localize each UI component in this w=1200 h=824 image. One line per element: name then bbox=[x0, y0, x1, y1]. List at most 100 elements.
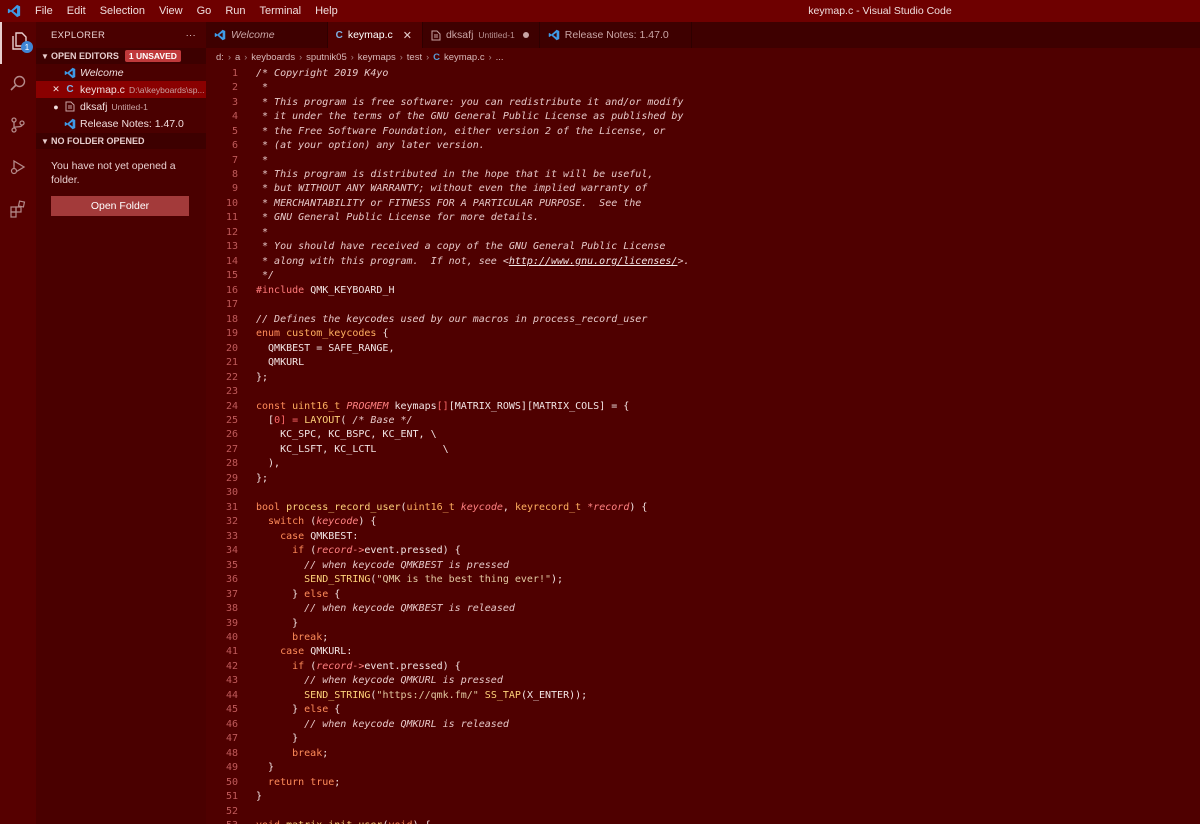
code-line: 47 } bbox=[206, 732, 1200, 746]
extensions-activity[interactable] bbox=[0, 190, 36, 232]
open-editor-label: dksafj bbox=[80, 100, 108, 113]
breadcrumb-item[interactable]: ... bbox=[496, 52, 504, 63]
code-line: 38 // when keycode QMKBEST is released bbox=[206, 601, 1200, 615]
code-line: 6 * (at your option) any later version. bbox=[206, 138, 1200, 152]
code-token: ), bbox=[256, 458, 281, 470]
breadcrumb-item[interactable]: sputnik05 bbox=[306, 52, 347, 63]
code-line: 32 switch (keycode) { bbox=[206, 515, 1200, 529]
menu-view[interactable]: View bbox=[152, 0, 190, 22]
menu-edit[interactable]: Edit bbox=[60, 0, 93, 22]
close-icon[interactable]: ✕ bbox=[403, 29, 412, 42]
menu-help[interactable]: Help bbox=[308, 0, 345, 22]
search-activity[interactable] bbox=[0, 64, 36, 106]
more-actions-icon[interactable]: ··· bbox=[186, 30, 196, 41]
line-number: 29 bbox=[225, 472, 238, 484]
unsaved-dot-icon[interactable] bbox=[522, 32, 529, 38]
license-link[interactable]: http://www.gnu.org/licenses/ bbox=[509, 256, 678, 267]
code-token: // when keycode QMKURL is pressed bbox=[256, 675, 503, 687]
code-token: keymaps bbox=[388, 400, 437, 412]
open-editors-header[interactable]: ▼ OPEN EDITORS 1 UNSAVED bbox=[36, 48, 206, 64]
code-token: // when keycode QMKURL is released bbox=[256, 718, 509, 730]
line-number: 9 bbox=[231, 183, 238, 195]
code-token: LAYOUT bbox=[304, 414, 341, 426]
code-token: uint16_t bbox=[286, 400, 341, 412]
code-editor[interactable]: 1 /* Copyright 2019 K4yo 2 * 3 * This pro… bbox=[206, 66, 1200, 824]
tab-keymap[interactable]: C keymap.c ✕ bbox=[327, 22, 423, 48]
line-number: 1 bbox=[231, 67, 238, 79]
tab-label: keymap.c bbox=[347, 29, 393, 41]
breadcrumb-item[interactable]: d: bbox=[216, 52, 224, 63]
code-line: 51} bbox=[206, 789, 1200, 803]
line-number: 19 bbox=[225, 328, 238, 340]
menu-go[interactable]: Go bbox=[190, 0, 219, 22]
breadcrumb-item[interactable]: keyboards bbox=[251, 52, 295, 63]
code-line: 34 if (record->event.pressed) { bbox=[206, 543, 1200, 557]
chevron-right-icon: › bbox=[227, 52, 231, 62]
open-folder-button[interactable]: Open Folder bbox=[51, 196, 189, 216]
code-token: * but WITHOUT ANY WARRANTY; without even… bbox=[256, 183, 648, 195]
tab-welcome[interactable]: Welcome bbox=[206, 22, 328, 48]
close-icon[interactable]: ✕ bbox=[50, 84, 62, 95]
run-debug-activity[interactable] bbox=[0, 148, 36, 190]
code-line: 24 const uint16_t PROGMEM keymaps[][MATRI… bbox=[206, 399, 1200, 413]
code-token: [ bbox=[256, 414, 275, 426]
code-line: 50 return true; bbox=[206, 775, 1200, 789]
breadcrumb-item[interactable]: keymap.c bbox=[444, 52, 485, 63]
code-token: * (at your option) any later version. bbox=[256, 140, 485, 152]
code-line: 28 ), bbox=[206, 457, 1200, 471]
open-editor-welcome[interactable]: Welcome bbox=[36, 64, 206, 81]
line-number: 52 bbox=[225, 805, 238, 817]
source-control-activity[interactable] bbox=[0, 106, 36, 148]
code-token: record-> bbox=[316, 545, 365, 557]
code-token: // Defines the keycodes used by our macr… bbox=[256, 313, 648, 325]
code-line: 40 break; bbox=[206, 630, 1200, 644]
explorer-header: EXPLORER ··· bbox=[36, 22, 206, 48]
line-number: 12 bbox=[225, 226, 238, 238]
open-editor-release-notes[interactable]: Release Notes: 1.47.0 bbox=[36, 115, 206, 132]
menu-terminal[interactable]: Terminal bbox=[253, 0, 309, 22]
code-token: const bbox=[256, 400, 287, 412]
breadcrumb: d: › a › keyboards › sputnik05 › keymaps › te… bbox=[206, 48, 1200, 66]
line-number: 24 bbox=[225, 400, 238, 412]
code-token: if bbox=[256, 660, 305, 672]
menu-run[interactable]: Run bbox=[218, 0, 252, 22]
breadcrumb-item[interactable]: test bbox=[407, 52, 422, 63]
line-number: 38 bbox=[225, 603, 238, 615]
code-token: case bbox=[256, 530, 305, 542]
code-token: * it under the terms of the GNU General … bbox=[256, 111, 684, 123]
breadcrumb-item[interactable]: keymaps bbox=[358, 52, 396, 63]
code-token: * This program is distributed in the hop… bbox=[256, 169, 654, 181]
line-number: 28 bbox=[225, 458, 238, 470]
line-number: 42 bbox=[225, 660, 238, 672]
code-token: /* Base */ bbox=[352, 414, 413, 426]
code-token: void bbox=[256, 820, 280, 824]
tab-release-notes[interactable]: Release Notes: 1.47.0 bbox=[540, 22, 692, 48]
code-token: ) { bbox=[413, 820, 431, 824]
unsaved-badge: 1 UNSAVED bbox=[124, 50, 181, 62]
open-editor-dksafj[interactable]: ● dksafj Untitled-1 bbox=[36, 98, 206, 115]
explorer-activity[interactable]: 1 bbox=[0, 22, 36, 64]
code-line: 25 [0] = LAYOUT( /* Base */ bbox=[206, 413, 1200, 427]
code-line: 11 * GNU General Public License for more… bbox=[206, 211, 1200, 225]
open-editor-keymap[interactable]: ✕ C keymap.c D:\a\keyboards\sp... bbox=[36, 81, 206, 98]
unsaved-count-badge: 1 bbox=[21, 41, 33, 53]
code-line: 4 * it under the terms of the GNU Genera… bbox=[206, 109, 1200, 123]
code-token: * This program is free software: you can… bbox=[256, 96, 684, 108]
line-number: 18 bbox=[225, 313, 238, 325]
breadcrumb-item[interactable]: a bbox=[235, 52, 240, 63]
no-folder-header[interactable]: ▼ NO FOLDER OPENED bbox=[36, 133, 206, 149]
code-token: }; bbox=[256, 371, 269, 383]
tab-label: dksafj bbox=[445, 29, 474, 41]
text-file-icon bbox=[431, 30, 441, 41]
menu-file[interactable]: File bbox=[28, 0, 60, 22]
code-token: void bbox=[388, 820, 412, 824]
tab-dksafj[interactable]: dksafj Untitled-1 bbox=[423, 22, 540, 48]
code-token: ) { bbox=[358, 516, 377, 528]
code-line: 7 * bbox=[206, 153, 1200, 167]
line-number: 8 bbox=[231, 169, 238, 181]
code-token: event.pressed) { bbox=[364, 545, 461, 557]
menu-selection[interactable]: Selection bbox=[93, 0, 152, 22]
code-line: 35 // when keycode QMKBEST is pressed bbox=[206, 558, 1200, 572]
line-number: 31 bbox=[225, 501, 238, 513]
code-token: (X_ENTER)); bbox=[520, 689, 588, 701]
